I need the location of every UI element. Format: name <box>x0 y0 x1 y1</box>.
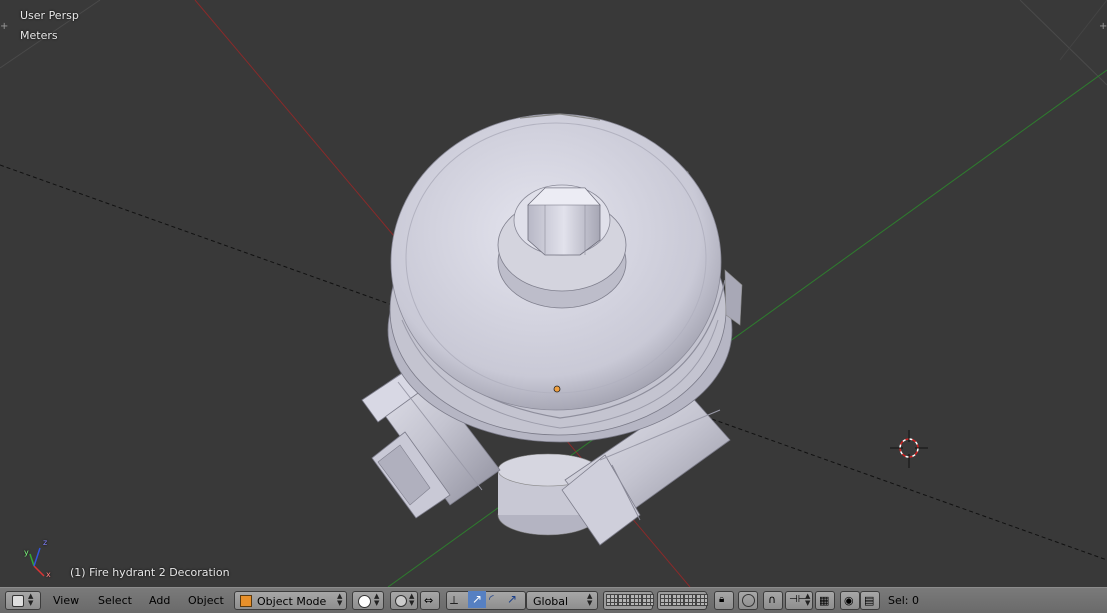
pivot-point-button[interactable]: ▲ ▼ <box>390 591 418 610</box>
gizmo-x-label: x <box>46 570 51 579</box>
pivot-icon <box>395 595 407 607</box>
area-split-right-icon[interactable]: + <box>1099 20 1107 34</box>
transform-orientation-dropdown[interactable]: Global ▲ ▼ <box>526 591 598 610</box>
snap-element-icon: ⊣⊢ <box>789 594 807 605</box>
chevron-updown-icon: ▲ ▼ <box>374 592 380 607</box>
snap-toggle-button[interactable]: ∩ <box>763 591 783 610</box>
proportional-edit-icon <box>742 594 755 607</box>
selection-status: Sel: 0 <box>888 594 920 607</box>
layers-icon <box>618 594 630 606</box>
menu-view[interactable]: View <box>53 594 79 607</box>
layers-icon <box>684 594 696 606</box>
manipulator-group: ⟂ ↗ ◜ ↗ <box>446 591 526 610</box>
snap-icon: ⇔ <box>424 594 434 607</box>
translate-icon[interactable]: ↗ <box>468 591 486 608</box>
view-name-label: User Persp <box>20 9 79 22</box>
layers-icon <box>642 594 654 606</box>
snap-magnet-icon: ∩ <box>768 593 777 606</box>
axis-gizmo <box>29 547 45 577</box>
gizmo-y-label: y <box>24 548 29 557</box>
layers-icon <box>606 594 618 606</box>
gizmo-z-label: z <box>43 538 48 547</box>
lock-icon: 🔒︎ <box>719 594 725 605</box>
render-button[interactable]: ◉ <box>840 591 860 610</box>
rotate-icon[interactable]: ◜ <box>489 592 494 606</box>
chevron-updown-icon: ▲ ▼ <box>28 592 34 607</box>
layers-icon <box>672 594 684 606</box>
object-mode-cube-icon <box>240 595 252 607</box>
chevron-updown-icon: ▲ ▼ <box>337 592 343 607</box>
layers-group-1[interactable] <box>603 591 654 610</box>
pivot-align-button[interactable]: ⇔ <box>420 591 440 610</box>
menu-object[interactable]: Object <box>188 594 224 607</box>
viewport-shading-button[interactable]: ▲ ▼ <box>352 591 384 610</box>
scale-icon[interactable]: ↗ <box>507 592 517 606</box>
animation-button[interactable]: ▤ <box>860 591 880 610</box>
chevron-updown-icon: ▲ ▼ <box>805 592 811 607</box>
chevron-updown-icon: ▲ ▼ <box>409 592 415 607</box>
mode-dropdown[interactable]: Object Mode ▲ ▼ <box>234 591 347 610</box>
3d-viewport[interactable]: User Persp Meters (1) Fire hydrant 2 Dec… <box>0 0 1107 587</box>
area-split-left-icon[interactable]: + <box>0 20 8 34</box>
editor-type-button[interactable]: ▲ ▼ <box>5 591 41 610</box>
mode-label: Object Mode <box>257 595 327 608</box>
snap-target-button[interactable]: ▦ <box>815 591 835 610</box>
layers-icon <box>630 594 642 606</box>
editor-type-icon <box>12 595 24 607</box>
orientation-label: Global <box>533 595 569 608</box>
viewport-header: ▲ ▼ View Select Add Object Object Mode ▲ ▼… <box>0 587 1107 613</box>
object-origin-point <box>553 385 561 393</box>
animation-icon: ▤ <box>864 594 875 607</box>
grid-snap-icon: ▦ <box>819 594 830 607</box>
3d-cursor-icon[interactable] <box>890 430 928 468</box>
menu-add[interactable]: Add <box>149 594 170 607</box>
viewport-scene[interactable] <box>0 0 1107 587</box>
proportional-edit-button[interactable] <box>738 591 758 610</box>
layers-icon <box>696 594 708 606</box>
layers-icon <box>660 594 672 606</box>
layers-group-2[interactable] <box>657 591 708 610</box>
active-object-label: (1) Fire hydrant 2 Decoration <box>70 566 230 579</box>
snap-element-button[interactable]: ⊣⊢ ▲ ▼ <box>785 591 813 610</box>
grid-lines <box>0 0 1107 86</box>
menu-select[interactable]: Select <box>98 594 132 607</box>
manipulator-icon[interactable]: ⟂ <box>450 593 458 608</box>
render-icon: ◉ <box>844 594 854 607</box>
lock-layers-button[interactable]: 🔒︎ <box>714 591 734 610</box>
chevron-updown-icon: ▲ ▼ <box>587 592 593 607</box>
viewport-shading-icon <box>358 595 371 608</box>
fire-hydrant-model[interactable] <box>361 113 743 546</box>
units-label: Meters <box>20 29 58 42</box>
